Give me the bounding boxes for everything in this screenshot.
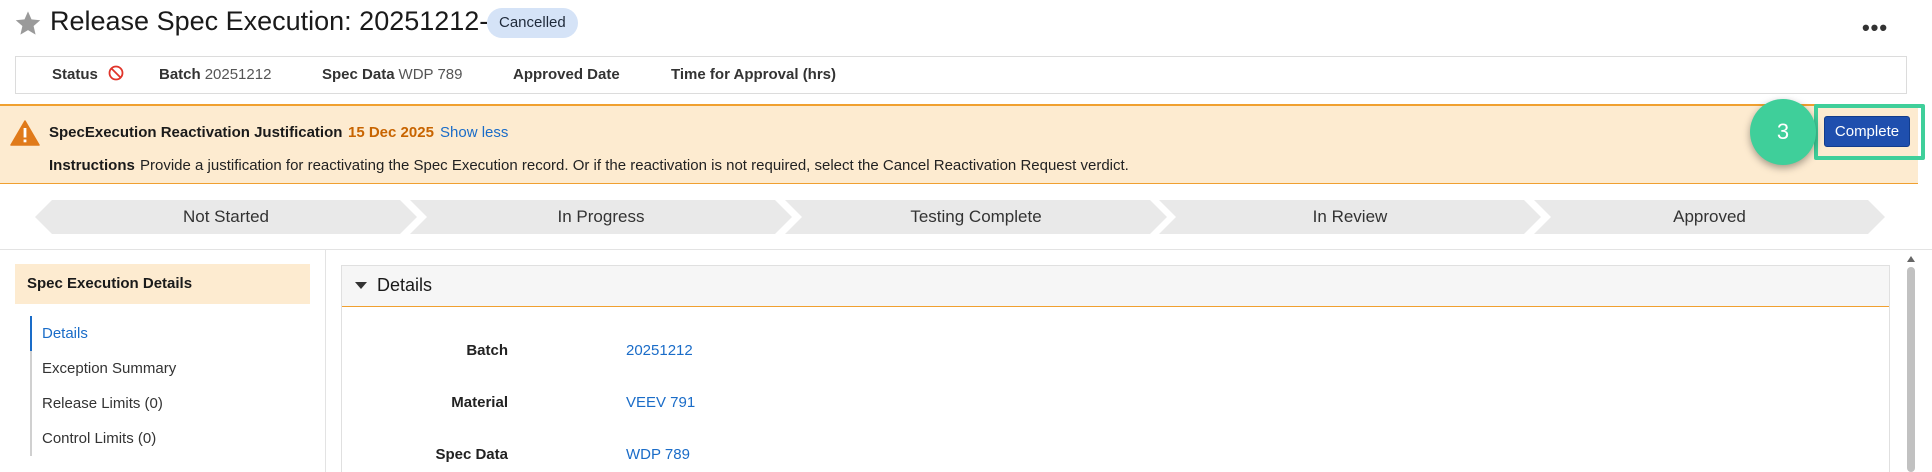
- nav-item-control-limits[interactable]: Control Limits (0): [32, 421, 310, 456]
- nav-list: Details Exception Summary Release Limits…: [30, 316, 310, 456]
- batch-label: Batch: [159, 66, 201, 83]
- field-value-material[interactable]: VEEV 791: [626, 394, 695, 411]
- details-section-header[interactable]: Details: [342, 266, 1889, 307]
- section-navigation: Spec Execution Details Details Exception…: [0, 250, 326, 472]
- status-label: Status: [52, 66, 98, 83]
- status-badge: Cancelled: [487, 8, 578, 38]
- field-row-spec-data: Spec Data WDP 789: [342, 446, 942, 470]
- field-value-batch[interactable]: 20251212: [626, 342, 693, 359]
- record-summary-bar: Status Batch 20251212 Spec Data WDP 789 Ap…: [15, 56, 1907, 94]
- field-label-spec-data: Spec Data: [435, 446, 508, 463]
- field-label-batch: Batch: [466, 342, 508, 359]
- task-due-date: 15 Dec 2025: [348, 124, 434, 141]
- approved-date-field: Approved Date: [513, 57, 620, 93]
- collapse-caret-icon[interactable]: [355, 282, 367, 289]
- task-alert-banner: SpecExecution Reactivation Justification…: [0, 104, 1918, 184]
- more-actions-icon[interactable]: •••: [1860, 13, 1890, 43]
- instructions-text: Provide a justification for reactivating…: [140, 157, 1129, 174]
- spec-data-value: WDP 789: [398, 66, 463, 83]
- stage-testing-complete: Testing Complete: [785, 200, 1167, 234]
- nav-item-details[interactable]: Details: [30, 316, 310, 351]
- time-for-approval-field: Time for Approval (hrs): [671, 57, 836, 93]
- task-title: SpecExecution Reactivation Justification: [49, 124, 343, 141]
- instructions-label: Instructions: [49, 157, 135, 174]
- stage-approved: Approved: [1534, 200, 1885, 234]
- field-row-batch: Batch 20251212: [342, 342, 942, 366]
- field-row-material: Material VEEV 791: [342, 394, 942, 418]
- warning-icon: [10, 120, 40, 146]
- spec-data-label: Spec Data: [322, 66, 395, 83]
- details-section: Details Batch 20251212 Material VEEV 791…: [341, 265, 1890, 472]
- cancelled-ban-icon: [108, 65, 124, 81]
- scroll-thumb[interactable]: [1907, 267, 1915, 472]
- lifecycle-stage-bar: Not Started In Progress Testing Complete…: [35, 200, 1885, 234]
- complete-button[interactable]: Complete: [1824, 116, 1910, 147]
- nav-item-exception-summary[interactable]: Exception Summary: [32, 351, 310, 386]
- page-header: Release Spec Execution: 20251212-1 Cance…: [0, 0, 1932, 48]
- favorite-star-icon[interactable]: [14, 9, 42, 37]
- batch-value: 20251212: [204, 66, 272, 83]
- step-number-badge: 3: [1750, 99, 1816, 165]
- scroll-up-arrow-icon[interactable]: [1907, 256, 1915, 262]
- batch-field: Batch 20251212: [159, 57, 271, 93]
- field-value-spec-data[interactable]: WDP 789: [626, 446, 690, 463]
- spec-data-field: Spec Data WDP 789: [322, 57, 462, 93]
- stage-not-started: Not Started: [35, 200, 417, 234]
- nav-item-release-limits[interactable]: Release Limits (0): [32, 386, 310, 421]
- vertical-scrollbar[interactable]: [1904, 250, 1918, 472]
- time-for-approval-label: Time for Approval (hrs): [671, 66, 837, 83]
- field-label-material: Material: [451, 394, 508, 411]
- stage-in-progress: In Progress: [410, 200, 792, 234]
- nav-header: Spec Execution Details: [15, 264, 310, 304]
- status-field: Status: [52, 57, 124, 93]
- details-section-title: Details: [377, 275, 433, 295]
- approved-date-label: Approved Date: [513, 66, 620, 83]
- page-title: Release Spec Execution: 20251212-1: [50, 6, 504, 36]
- show-less-link[interactable]: Show less: [440, 124, 508, 141]
- stage-in-review: In Review: [1159, 200, 1541, 234]
